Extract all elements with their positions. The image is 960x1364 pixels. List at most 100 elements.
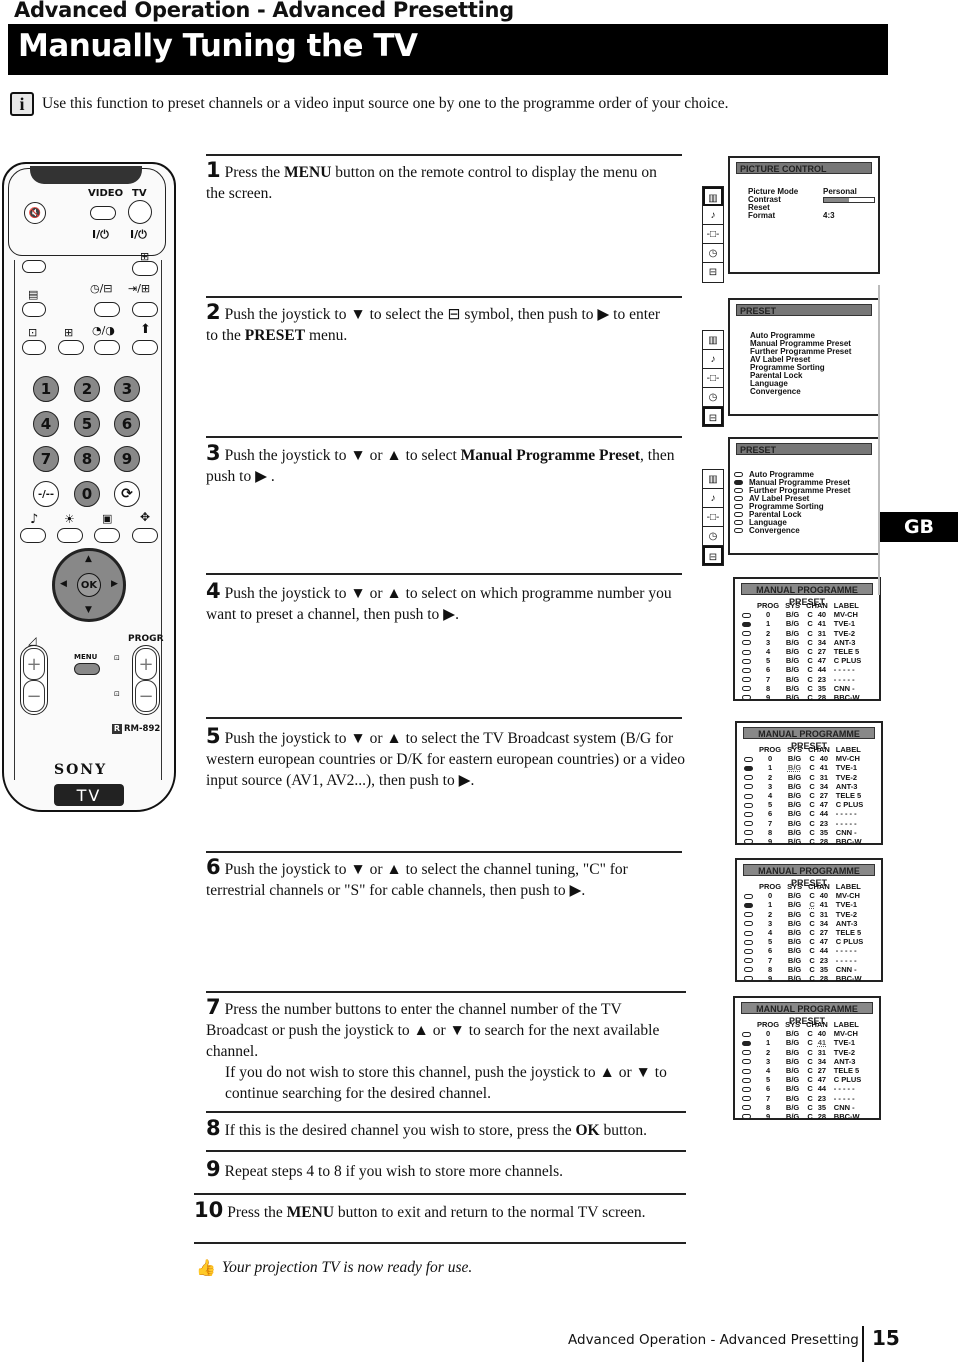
table-row[interactable]: 0 B/G C 40 MV-CH xyxy=(741,754,866,763)
volume-down-button[interactable]: − xyxy=(23,680,45,712)
table-row[interactable]: 7 B/G C 23 - - - - - xyxy=(739,1094,864,1103)
table-row[interactable]: 7 B/G C 23 - - - - - xyxy=(741,956,866,965)
table-row[interactable]: 1 B/G C 41 TVE-1 xyxy=(741,900,866,909)
chan-type-cell: C xyxy=(807,665,813,675)
table-row[interactable]: 3 B/G C 34 ANT-3 xyxy=(739,638,864,647)
table-row[interactable]: 2 B/G C 31 TVE-2 xyxy=(741,910,866,919)
freeze-button[interactable] xyxy=(58,340,84,355)
picture-mode-button[interactable] xyxy=(57,528,83,543)
selection-bullet-icon xyxy=(742,1059,751,1065)
prog-cell: 9 xyxy=(767,973,773,983)
double-digit-button[interactable]: -/-- xyxy=(33,481,59,507)
table-row[interactable]: 1 B/G C 41 TVE-1 xyxy=(739,619,864,628)
table-row[interactable]: 4 B/G C 27 TELE 5 xyxy=(739,1066,864,1075)
table-row[interactable]: 6 B/G C 44 - - - - - xyxy=(739,1084,864,1093)
table-row[interactable]: 2 B/G C 31 TVE-2 xyxy=(741,773,866,782)
table-row[interactable]: 3 B/G C 34 ANT-3 xyxy=(741,782,866,791)
table-row[interactable]: 7 B/G C 23 - - - - - xyxy=(739,675,864,684)
number-button-9[interactable]: 9 xyxy=(114,446,140,472)
mute-button[interactable]: 🔇 xyxy=(24,202,46,224)
table-row[interactable]: 0 B/G C 40 MV-CH xyxy=(741,891,866,900)
table-row[interactable]: 5 B/G C 47 C PLUS xyxy=(741,800,866,809)
pip-button[interactable] xyxy=(94,302,120,317)
table-row[interactable]: 5 B/G C 47 C PLUS xyxy=(739,1075,864,1084)
preset-menu-item[interactable]: Convergence xyxy=(750,388,851,396)
table-row[interactable]: 3 B/G C 34 ANT-3 xyxy=(739,1057,864,1066)
number-button-2[interactable]: 2 xyxy=(74,376,100,402)
prog-cell: 3 xyxy=(767,781,773,791)
jump-button[interactable] xyxy=(132,340,158,355)
table-row[interactable]: 2 B/G C 31 TVE-2 xyxy=(739,1048,864,1057)
number-button-1[interactable]: 1 xyxy=(33,376,59,402)
table-row[interactable]: 1 B/G C 41 TVE-1 xyxy=(739,1038,864,1047)
chan-num-cell: 34 xyxy=(819,781,829,791)
ir-window xyxy=(30,166,142,184)
chan-num-cell: 41 xyxy=(819,763,829,773)
table-row[interactable]: 6 B/G C 44 - - - - - xyxy=(739,665,864,674)
info-display-button[interactable] xyxy=(132,261,158,276)
number-button-8[interactable]: 8 xyxy=(74,446,100,472)
preset-menu-item[interactable]: Convergence xyxy=(734,527,850,535)
number-button-5[interactable]: 5 xyxy=(74,411,100,437)
number-button-0[interactable]: 0 xyxy=(74,481,100,507)
table-row[interactable]: 5 B/G C 47 C PLUS xyxy=(741,937,866,946)
teletext-button[interactable] xyxy=(22,302,46,317)
blank-button[interactable] xyxy=(22,260,46,273)
tv-text-down-icon: ⊡ xyxy=(114,690,120,698)
table-row[interactable]: 8 B/G C 35 CNN - xyxy=(739,684,864,693)
video-power-button[interactable] xyxy=(90,206,116,220)
ok-button[interactable]: OK xyxy=(77,573,101,597)
table-row[interactable]: 9 B/G C 28 BBC-W xyxy=(741,974,866,983)
table-row[interactable]: 9 B/G C 28 BBC-W xyxy=(739,1112,864,1121)
chan-num-cell: 31 xyxy=(817,628,827,638)
volume-up-button[interactable]: + xyxy=(23,648,45,680)
convergence-button[interactable] xyxy=(132,528,158,543)
table-row[interactable]: 9 B/G C 28 BBC-W xyxy=(741,837,866,846)
table-row[interactable]: 1 B/G C 41 TVE-1 xyxy=(741,763,866,772)
table-row[interactable]: 6 B/G C 44 - - - - - xyxy=(741,809,866,818)
note-text: Your projection TV is now ready for use. xyxy=(221,1259,473,1276)
program-up-button[interactable]: + xyxy=(135,648,157,680)
sound-mode-button[interactable] xyxy=(20,528,46,543)
table-row[interactable]: 9 B/G C 28 BBC-W xyxy=(739,693,864,702)
number-button-6[interactable]: 6 xyxy=(114,411,140,437)
number-button-3[interactable]: 3 xyxy=(114,376,140,402)
table-row[interactable]: 4 B/G C 27 TELE 5 xyxy=(741,928,866,937)
table-row[interactable]: 6 B/G C 44 - - - - - xyxy=(741,946,866,955)
table-row[interactable]: 0 B/G C 40 MV-CH xyxy=(739,610,864,619)
prog-cell: 5 xyxy=(767,937,773,947)
table-row[interactable]: 4 B/G C 27 TELE 5 xyxy=(741,791,866,800)
sound-icon: ♪ xyxy=(703,350,723,369)
menu-button[interactable] xyxy=(74,663,100,675)
chan-type-cell: C xyxy=(807,674,813,684)
volume-rocker[interactable]: + − xyxy=(20,645,48,715)
table-row[interactable]: 0 B/G C 40 MV-CH xyxy=(739,1029,864,1038)
table-row[interactable]: 7 B/G C 23 - - - - - xyxy=(741,819,866,828)
sleep-button[interactable] xyxy=(22,340,46,355)
number-button-4[interactable]: 4 xyxy=(33,411,59,437)
label-cell: MV-CH xyxy=(835,754,860,764)
previous-channel-button[interactable]: ⟳ xyxy=(114,481,140,507)
table-row[interactable]: 2 B/G C 31 TVE-2 xyxy=(739,629,864,638)
number-button-7[interactable]: 7 xyxy=(33,446,59,472)
input-select-button[interactable] xyxy=(132,302,158,317)
selection-bullet-icon xyxy=(742,658,751,664)
program-down-button[interactable]: − xyxy=(135,680,157,712)
column-header: PROG xyxy=(757,601,780,611)
screen-button[interactable] xyxy=(94,528,120,543)
table-row[interactable]: 4 B/G C 27 TELE 5 xyxy=(739,647,864,656)
screen-format-button[interactable] xyxy=(94,340,120,355)
step-divider xyxy=(206,851,682,853)
table-row[interactable]: 8 B/G C 35 CNN - xyxy=(741,828,866,837)
prog-cell: 9 xyxy=(765,1111,771,1121)
timer-icon: ◷ xyxy=(703,244,723,263)
table-row[interactable]: 5 B/G C 47 C PLUS xyxy=(739,656,864,665)
joystick[interactable]: ▲ ▼ ◀ ▶ OK xyxy=(52,548,126,622)
table-row[interactable]: 3 B/G C 34 ANT-3 xyxy=(741,919,866,928)
chan-num-cell: 44 xyxy=(817,665,827,675)
tv-power-button[interactable] xyxy=(128,200,152,224)
program-rocker[interactable]: + − xyxy=(132,645,160,715)
table-row[interactable]: 8 B/G C 35 CNN - xyxy=(741,965,866,974)
table-row[interactable]: 8 B/G C 35 CNN - xyxy=(739,1103,864,1112)
sound-mode-icon: ♪ xyxy=(30,512,39,527)
